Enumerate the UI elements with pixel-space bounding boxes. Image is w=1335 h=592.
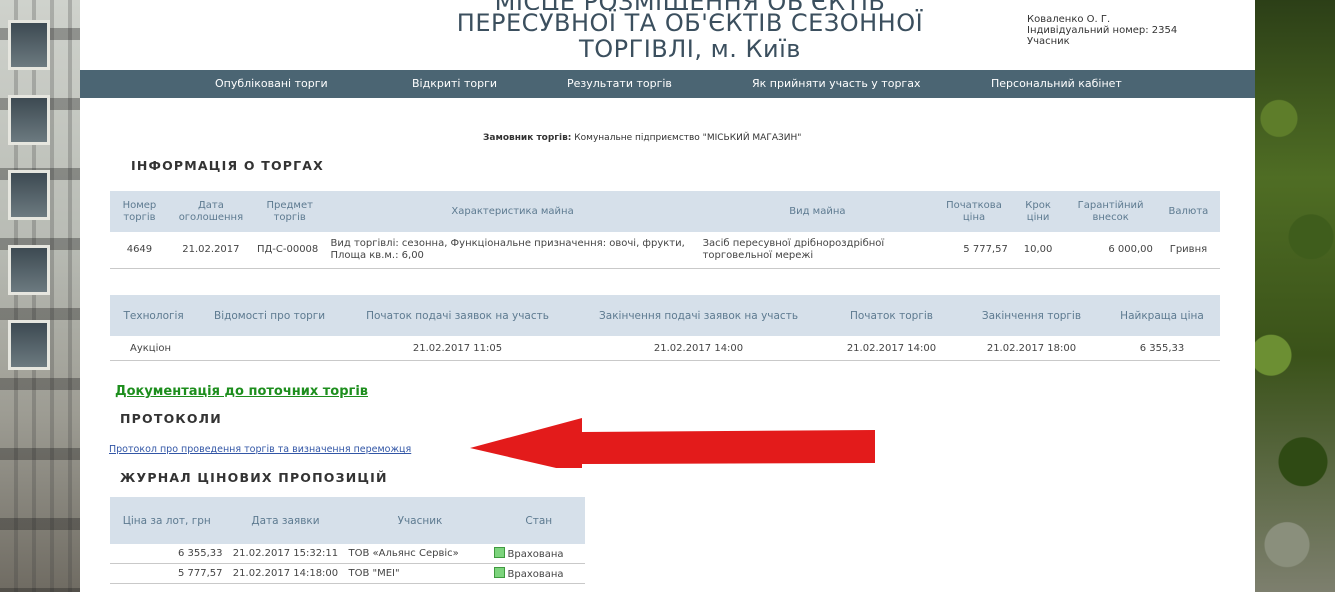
col-technology: Технологія: [110, 295, 198, 336]
cell-participant: ТОВ «Альянс Сервіс»: [347, 544, 493, 564]
page-title-line1: ПЕРЕСУВНОЇ ТА ОБ'ЄКТІВ СЕЗОННОЇ: [456, 9, 924, 37]
table-row: 6 355,33 21.02.2017 15:32:11 ТОВ «Альянс…: [110, 544, 585, 564]
col-start-price: Початкова ціна: [936, 191, 1012, 232]
cell-best-price: 6 355,33: [1103, 336, 1220, 361]
user-info: Коваленко О. Г. Індивідуальний номер: 23…: [1027, 14, 1177, 47]
table-row: 5 777,57 21.02.2017 14:18:00 ТОВ "МЕІ" В…: [110, 563, 585, 584]
nav-published-tenders[interactable]: Опубліковані торги: [215, 77, 328, 90]
cell-property-type: Засіб пересувної дрібнороздрібної торгов…: [698, 232, 937, 269]
cell-guarantee: 6 000,00: [1064, 232, 1157, 269]
customer-value: Комунальне підприємство "МІСЬКИЙ МАГАЗИН…: [574, 133, 802, 143]
user-role: Учасник: [1027, 36, 1070, 47]
cell-status: Врахована: [492, 563, 585, 584]
cell-application-date: 21.02.2017 15:32:11: [223, 544, 348, 564]
user-id: Індивідуальний номер: 2354: [1027, 25, 1178, 36]
cell-currency: Гривня: [1156, 232, 1220, 269]
col-guarantee: Гарантійний внесок: [1064, 191, 1157, 232]
col-price-step: Крок ціни: [1011, 191, 1065, 232]
cell-price-step: 10,00: [1011, 232, 1065, 269]
table-header-row: Ціна за лот, грн Дата заявки Учасник Ста…: [110, 497, 585, 544]
cell-status: Врахована: [492, 544, 585, 564]
status-text: Врахована: [507, 549, 564, 560]
col-application-end: Закінчення подачі заявок на участь: [573, 295, 824, 336]
cell-characteristics: Вид торгівлі: сезонна, Функціональне при…: [326, 232, 699, 269]
col-auction-end: Закінчення торгів: [958, 295, 1104, 336]
cell-application-date: 21.02.2017 14:18:00: [223, 563, 348, 584]
cell-tender-details: [197, 336, 342, 361]
page-content: МІСЦЕ РОЗМІЩЕННЯ ОБ'ЄКТІВ ПЕРЕСУВНОЇ ТА …: [80, 0, 1255, 592]
col-tender-details: Відомості про торги: [197, 295, 342, 336]
cell-auction-end: 21.02.2017 18:00: [958, 336, 1104, 361]
journal-heading: ЖУРНАЛ ЦІНОВИХ ПРОПОЗИЦІЙ: [120, 470, 388, 485]
nav-how-to-participate[interactable]: Як прийняти участь у торгах: [752, 77, 920, 90]
cell-participant: ТОВ "МЕІ": [347, 563, 493, 584]
status-ok-icon: [493, 567, 505, 578]
tender-documentation-link[interactable]: Документація до поточних торгів: [115, 384, 368, 399]
status-text: Врахована: [507, 569, 564, 580]
cell-application-end: 21.02.2017 14:00: [573, 336, 824, 361]
user-name: Коваленко О. Г.: [1027, 14, 1111, 25]
col-subject: Предмет торгів: [252, 191, 327, 232]
col-application-date: Дата заявки: [223, 497, 348, 544]
col-currency: Валюта: [1156, 191, 1220, 232]
col-date: Дата оголошення: [168, 191, 253, 232]
table-row: Аукціон 21.02.2017 11:05 21.02.2017 14:0…: [110, 336, 1220, 361]
nav-tender-results[interactable]: Результати торгів: [567, 77, 672, 90]
cell-lot-price: 5 777,57: [110, 563, 224, 584]
info-heading: ІНФОРМАЦІЯ О ТОРГАХ: [131, 158, 325, 173]
col-best-price: Найкраща ціна: [1103, 295, 1220, 336]
red-arrow-annotation: [470, 418, 875, 468]
protocols-heading: ПРОТОКОЛИ: [120, 411, 222, 426]
table-row: 4649 21.02.2017 ПД-С-00008 Вид торгівлі:…: [110, 232, 1220, 269]
cell-auction-start: 21.02.2017 14:00: [823, 336, 959, 361]
page-title: МІСЦЕ РОЗМІЩЕННЯ ОБ'ЄКТІВ ПЕРЕСУВНОЇ ТА …: [380, 0, 1000, 62]
cell-lot-price: 6 355,33: [110, 544, 224, 564]
col-lot-price: Ціна за лот, грн: [110, 497, 224, 544]
right-background-photo: [1255, 0, 1335, 592]
tender-schedule-table: Технологія Відомості про торги Початок п…: [110, 295, 1220, 361]
protocol-link[interactable]: Протокол про проведення торгів та визнач…: [109, 444, 411, 455]
status-ok-icon: [493, 547, 505, 558]
col-participant: Учасник: [347, 497, 493, 544]
customer-label: Замовник торгів:: [483, 133, 572, 143]
cell-technology: Аукціон: [110, 336, 198, 361]
tender-info-table: Номер торгів Дата оголошення Предмет тор…: [110, 191, 1220, 269]
table-header-row: Технологія Відомості про торги Початок п…: [110, 295, 1220, 336]
table-header-row: Номер торгів Дата оголошення Предмет тор…: [110, 191, 1220, 232]
cell-subject: ПД-С-00008: [252, 232, 327, 269]
nav-personal-cabinet[interactable]: Персональний кабінет: [991, 77, 1122, 90]
col-characteristics: Характеристика майна: [326, 191, 699, 232]
cell-application-start: 21.02.2017 11:05: [341, 336, 574, 361]
cell-number: 4649: [110, 232, 169, 269]
left-background-photo: [0, 0, 80, 592]
price-proposals-table: Ціна за лот, грн Дата заявки Учасник Ста…: [110, 497, 585, 584]
cell-start-price: 5 777,57: [936, 232, 1012, 269]
cell-date: 21.02.2017: [168, 232, 253, 269]
red-arrow-shape: [470, 418, 875, 468]
tender-customer: Замовник торгів: Комунальне підприємство…: [483, 133, 801, 143]
col-auction-start: Початок торгів: [823, 295, 959, 336]
main-nav: Опубліковані торги Відкриті торги Резуль…: [80, 70, 1255, 98]
col-application-start: Початок подачі заявок на участь: [341, 295, 574, 336]
nav-open-tenders[interactable]: Відкриті торги: [412, 77, 497, 90]
col-number: Номер торгів: [110, 191, 169, 232]
col-status: Стан: [492, 497, 585, 544]
page-title-line2: ТОРГІВЛІ, м. Київ: [579, 35, 801, 63]
col-property-type: Вид майна: [698, 191, 937, 232]
